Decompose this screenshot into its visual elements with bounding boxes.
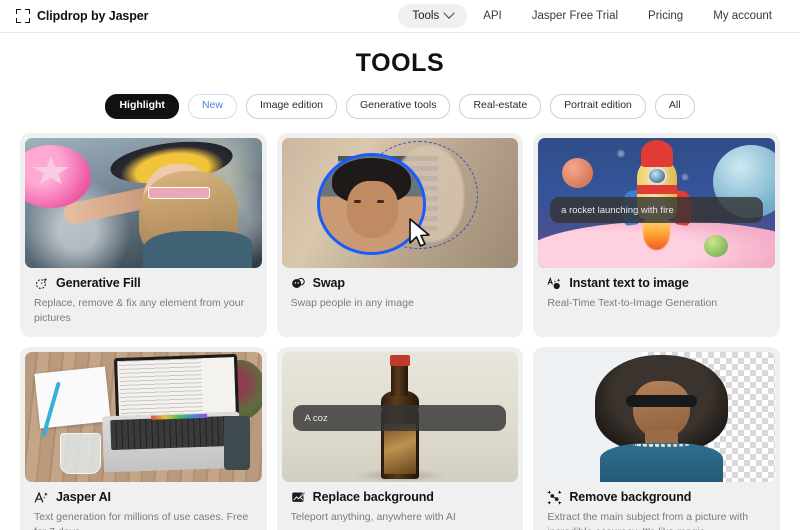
text-to-image-icon	[548, 276, 561, 289]
sparkle-circle-icon	[35, 277, 48, 289]
tool-thumbnail-jasper-ai	[25, 351, 262, 482]
tool-card-instant-text-to-image[interactable]: a rocket launching with fire Instant tex…	[533, 132, 780, 337]
tool-thumbnail-instant-text-to-image: a rocket launching with fire	[538, 137, 775, 268]
nav-item-api[interactable]: API	[469, 4, 516, 28]
chevron-down-icon	[443, 7, 455, 19]
tool-card-title: Instant text to image	[569, 276, 689, 291]
nav-item-my-account[interactable]: My account	[699, 4, 786, 28]
tool-card-title: Generative Fill	[56, 276, 141, 291]
tool-card-title: Swap	[312, 276, 345, 291]
tool-thumbnail-generative-fill	[25, 137, 262, 268]
tool-card-description: Text generation for millions of use case…	[34, 510, 249, 530]
tool-card-swap[interactable]: Swap Swap people in any image	[276, 132, 524, 337]
tool-card-title-row: Swap	[291, 276, 510, 291]
mouse-cursor-icon	[409, 218, 430, 247]
tool-card-title: Jasper AI	[56, 490, 111, 505]
main-nav: Tools API Jasper Free Trial Pricing My a…	[398, 4, 786, 28]
tool-thumbnail-swap	[281, 137, 519, 268]
tool-thumbnail-replace-background: A coz	[281, 351, 519, 482]
nav-item-tools-label: Tools	[412, 10, 440, 22]
tool-card-title: Replace background	[312, 490, 434, 505]
face-swap-icon	[291, 277, 305, 288]
filter-chip-highlight[interactable]: Highlight	[105, 94, 179, 119]
tool-card-description: Extract the main subject from a picture …	[547, 510, 749, 530]
filter-chip-all[interactable]: All	[654, 94, 695, 119]
tool-card-description: Swap people in any image	[290, 296, 414, 309]
prompt-text: A coz	[304, 412, 328, 424]
nav-item-jasper-free-trial[interactable]: Jasper Free Trial	[518, 4, 632, 28]
filter-chip-group: Highlight New Image edition Generative t…	[0, 94, 800, 119]
brand-name: Clipdrop by Jasper	[37, 9, 149, 23]
tool-card-title-row: Jasper AI	[34, 490, 253, 505]
letter-a-sparkle-icon	[34, 491, 48, 503]
tool-card-title-row: Instant text to image	[547, 276, 766, 291]
brand-logo[interactable]: Clipdrop by Jasper	[16, 9, 149, 23]
tool-card-title-row: Replace background	[291, 490, 510, 505]
tool-card-title-row: Remove background	[547, 490, 766, 505]
prompt-overlay-bar[interactable]: A coz	[293, 405, 507, 432]
tool-card-remove-background[interactable]: Remove background Extract the main subje…	[533, 346, 780, 530]
tool-card-description: Teleport anything, anywhere with AI	[290, 510, 456, 523]
nav-item-pricing[interactable]: Pricing	[634, 4, 697, 28]
filter-chip-new[interactable]: New	[187, 94, 237, 119]
nav-item-tools[interactable]: Tools	[398, 4, 468, 28]
tool-card-description: Replace, remove & fix any element from y…	[34, 296, 245, 324]
tools-grid: Generative Fill Replace, remove & fix an…	[0, 119, 800, 530]
tool-card-title: Remove background	[569, 490, 692, 505]
tool-card-replace-background[interactable]: A coz Replace background Teleport anythi…	[276, 346, 524, 530]
crop-subject-icon	[548, 490, 562, 505]
tool-card-jasper-ai[interactable]: Jasper AI Text generation for millions o…	[20, 346, 267, 530]
tool-thumbnail-remove-background	[538, 351, 775, 482]
prompt-overlay-bar[interactable]: a rocket launching with fire	[550, 197, 764, 224]
tool-card-generative-fill[interactable]: Generative Fill Replace, remove & fix an…	[20, 132, 267, 337]
filter-chip-generative-tools[interactable]: Generative tools	[346, 94, 451, 119]
prompt-text: a rocket launching with fire	[561, 204, 674, 216]
top-navigation-bar: Clipdrop by Jasper Tools API Jasper Free…	[0, 0, 800, 33]
image-edit-icon	[291, 491, 306, 502]
filter-chip-real-estate[interactable]: Real-estate	[459, 94, 542, 119]
crop-frame-icon	[16, 9, 30, 23]
filter-chip-image-edition[interactable]: Image edition	[245, 94, 337, 119]
tool-card-description: Real-Time Text-to-Image Generation	[547, 296, 718, 309]
filter-chip-portrait-edition[interactable]: Portrait edition	[550, 94, 646, 119]
page-title: TOOLS	[355, 49, 445, 77]
tool-card-title-row: Generative Fill	[34, 276, 253, 291]
